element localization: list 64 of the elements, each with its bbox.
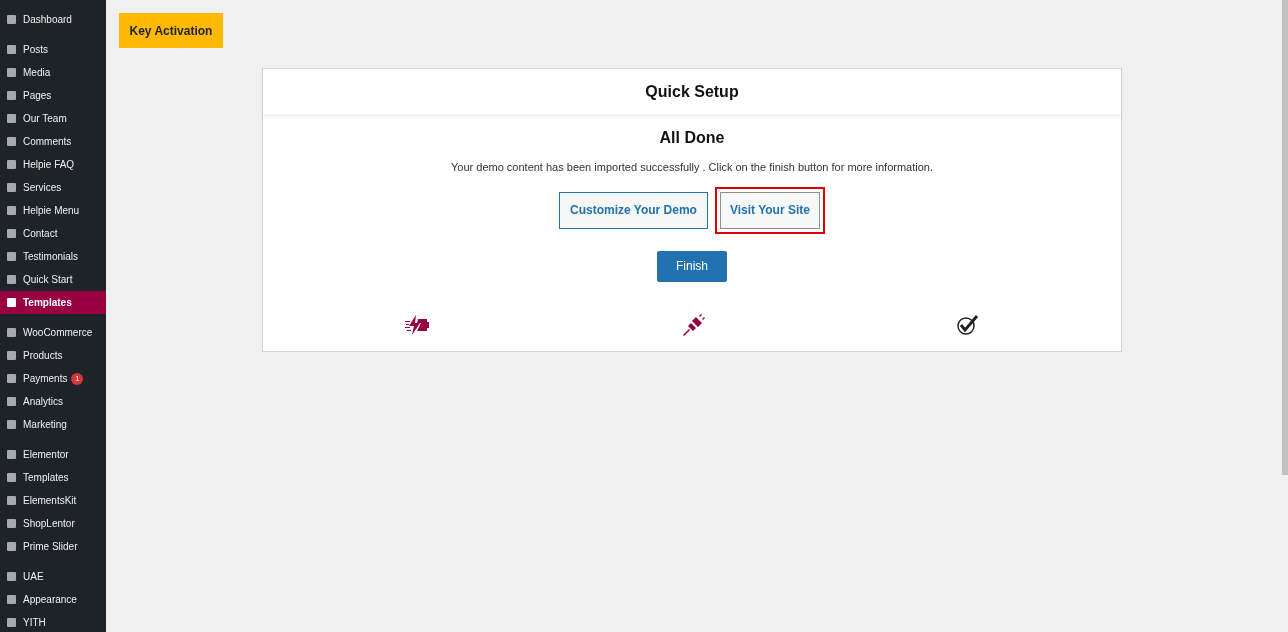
scrollbar[interactable]: [1282, 0, 1288, 475]
square-icon: [6, 327, 17, 338]
square-icon: [6, 67, 17, 78]
sidebar-item[interactable]: Comments: [0, 130, 106, 153]
heading: All Done: [659, 128, 725, 148]
square-icon: [6, 14, 17, 25]
link-button[interactable]: Customize Your Demo: [559, 191, 708, 229]
square-icon: [6, 159, 17, 170]
square-icon: [6, 44, 17, 55]
sidebar-item[interactable]: Templates: [0, 291, 106, 314]
square-icon: [6, 251, 17, 262]
sidebar-item[interactable]: Services: [0, 176, 106, 199]
square-icon: [6, 205, 17, 216]
sidebar-item[interactable]: Payments 1: [0, 367, 106, 390]
square-icon: [6, 228, 17, 239]
sidebar-item[interactable]: Analytics: [0, 390, 106, 413]
sidebar-item[interactable]: Elementor: [0, 443, 106, 466]
sidebar-item[interactable]: Appearance: [0, 588, 106, 611]
sidebar-item[interactable]: Products: [0, 344, 106, 367]
square-icon: [6, 90, 17, 101]
square-icon: [6, 396, 17, 407]
square-icon: [6, 518, 17, 529]
square-icon: [6, 113, 17, 124]
sidebar-item[interactable]: Posts: [0, 38, 106, 61]
sidebar-item[interactable]: Dashboard: [0, 8, 106, 31]
square-icon: [6, 297, 17, 308]
square-icon: [6, 373, 17, 384]
sidebar-item[interactable]: Helpie FAQ: [0, 153, 106, 176]
square-icon: [6, 136, 17, 147]
sidebar-item[interactable]: ElementsKit: [0, 489, 106, 512]
message-text: Your demo content has been imported successfully . Click on the finish button for more information.: [451, 160, 933, 175]
square-icon: [6, 350, 17, 361]
sidebar-item[interactable]: ShopLentor: [0, 512, 106, 535]
square-icon: [6, 472, 17, 483]
finish-button[interactable]: Finish: [657, 250, 727, 282]
sidebar-item[interactable]: Pages: [0, 84, 106, 107]
sidebar-item[interactable]: WooCommerce: [0, 321, 106, 344]
sidebar-item[interactable]: Our Team: [0, 107, 106, 130]
sidebar-item[interactable]: Contact: [0, 222, 106, 245]
square-icon: [6, 449, 17, 460]
sidebar-item[interactable]: YITH: [0, 611, 106, 632]
checkmark-circle-icon: [957, 314, 979, 335]
square-icon: [6, 571, 17, 582]
square-icon: [6, 617, 17, 628]
sidebar-item[interactable]: Helpie Menu: [0, 199, 106, 222]
square-icon: [6, 182, 17, 193]
key-activation-button[interactable]: Key Activation: [119, 13, 223, 48]
sidebar-item[interactable]: Media: [0, 61, 106, 84]
sidebar-item[interactable]: Testimonials: [0, 245, 106, 268]
square-icon: [6, 594, 17, 605]
count-badge: 1: [71, 372, 84, 385]
card-title: Quick Setup: [263, 69, 1121, 114]
sidebar-item[interactable]: Templates: [0, 466, 106, 489]
sidebar-item[interactable]: Prime Slider: [0, 535, 106, 558]
plug-icon: [683, 313, 705, 336]
fast-battery-icon: [405, 314, 431, 335]
square-icon: [6, 274, 17, 285]
square-icon: [6, 541, 17, 552]
link-button[interactable]: Visit Your Site: [719, 191, 820, 229]
square-icon: [6, 419, 17, 430]
sidebar-item[interactable]: Quick Start: [0, 268, 106, 291]
sidebar-item[interactable]: Marketing: [0, 413, 106, 436]
sidebar-item[interactable]: UAE: [0, 565, 106, 588]
square-icon: [6, 495, 17, 506]
